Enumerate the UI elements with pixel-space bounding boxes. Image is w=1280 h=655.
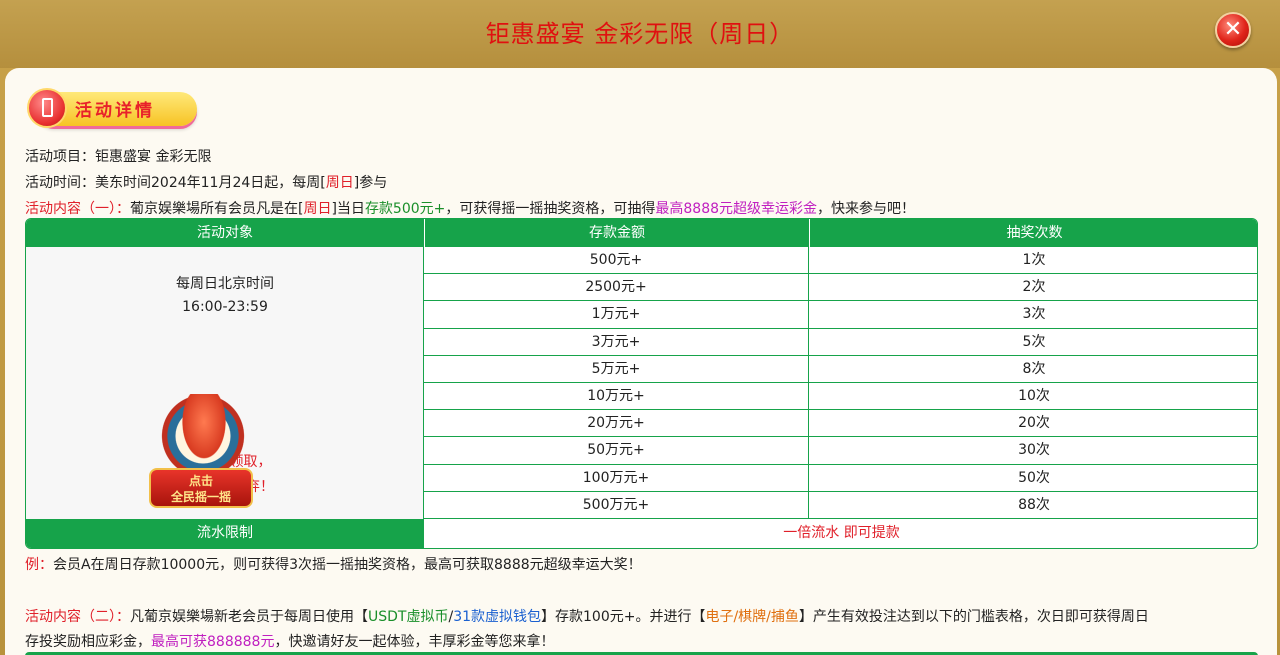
activity-content-2-line-2: 存投奖励相应彩金，最高可获888888元，快邀请好友一起体验，丰厚彩金等您来拿！ <box>25 634 555 650</box>
table-row: 100万元+ 50次 <box>424 464 1257 492</box>
activity-time-line: 活动时间：美东时间2024年11月24日起，每周[周日]参与 <box>25 175 388 191</box>
table-row: 2500元+ 2次 <box>424 274 1257 302</box>
target-line-2: 16:00-23:59 <box>182 299 268 315</box>
table-row: 500万元+ 88次 <box>424 491 1257 519</box>
page-header: 钜惠盛宴 金彩无限（周日） ✕ <box>0 0 1280 68</box>
content-panel: 活动详情 活动项目：钜惠盛宴 金彩无限 活动时间：美东时间2024年11月24日… <box>5 68 1277 655</box>
shake-promo-button[interactable]: 点击 全民摇一摇 <box>149 384 261 508</box>
promo-plaque: 点击 全民摇一摇 <box>149 468 253 508</box>
turnover-value: 一倍流水 即可提款 <box>783 525 900 541</box>
table-row: 20万元+ 20次 <box>424 410 1257 438</box>
table-row: 50万元+ 30次 <box>424 437 1257 465</box>
table-row: 500元+ 1次 <box>424 247 1257 275</box>
page-title: 钜惠盛宴 金彩无限（周日） <box>485 20 795 48</box>
example-line: 例：会员A在周日存款10000元，则可获得3次摇一摇抽奖资格，最高可获取8888… <box>25 557 642 573</box>
close-button[interactable]: ✕ <box>1215 12 1251 48</box>
activity-project-line: 活动项目：钜惠盛宴 金彩无限 <box>25 149 212 165</box>
table-row: 5万元+ 8次 <box>424 355 1257 383</box>
phone-icon <box>27 88 67 128</box>
table-row: 10万元+ 10次 <box>424 383 1257 411</box>
table-row: 3万元+ 5次 <box>424 328 1257 356</box>
header-target: 活动对象 <box>26 219 424 247</box>
dragon-icon <box>179 394 229 464</box>
badge-label: 活动详情 <box>75 101 155 121</box>
table-row: 1万元+ 3次 <box>424 301 1257 329</box>
header-deposit: 存款金额 <box>424 219 809 247</box>
activity-content-2-line: 活动内容（二）：凡葡京娱樂場新老会员于每周日使用【USDT虚拟币/31款虚拟钱包… <box>25 609 1149 625</box>
activity-content-1-line: 活动内容（一）：葡京娱樂場所有会员凡是在[周日]当日存款500元+，可获得摇一摇… <box>25 201 916 217</box>
activity-details-badge: 活动详情 <box>27 88 197 130</box>
close-icon: ✕ <box>1223 17 1243 42</box>
target-line-1: 每周日北京时间 <box>176 276 274 292</box>
header-draws: 抽奖次数 <box>809 219 1257 247</box>
turnover-label: 流水限制 <box>26 519 424 548</box>
